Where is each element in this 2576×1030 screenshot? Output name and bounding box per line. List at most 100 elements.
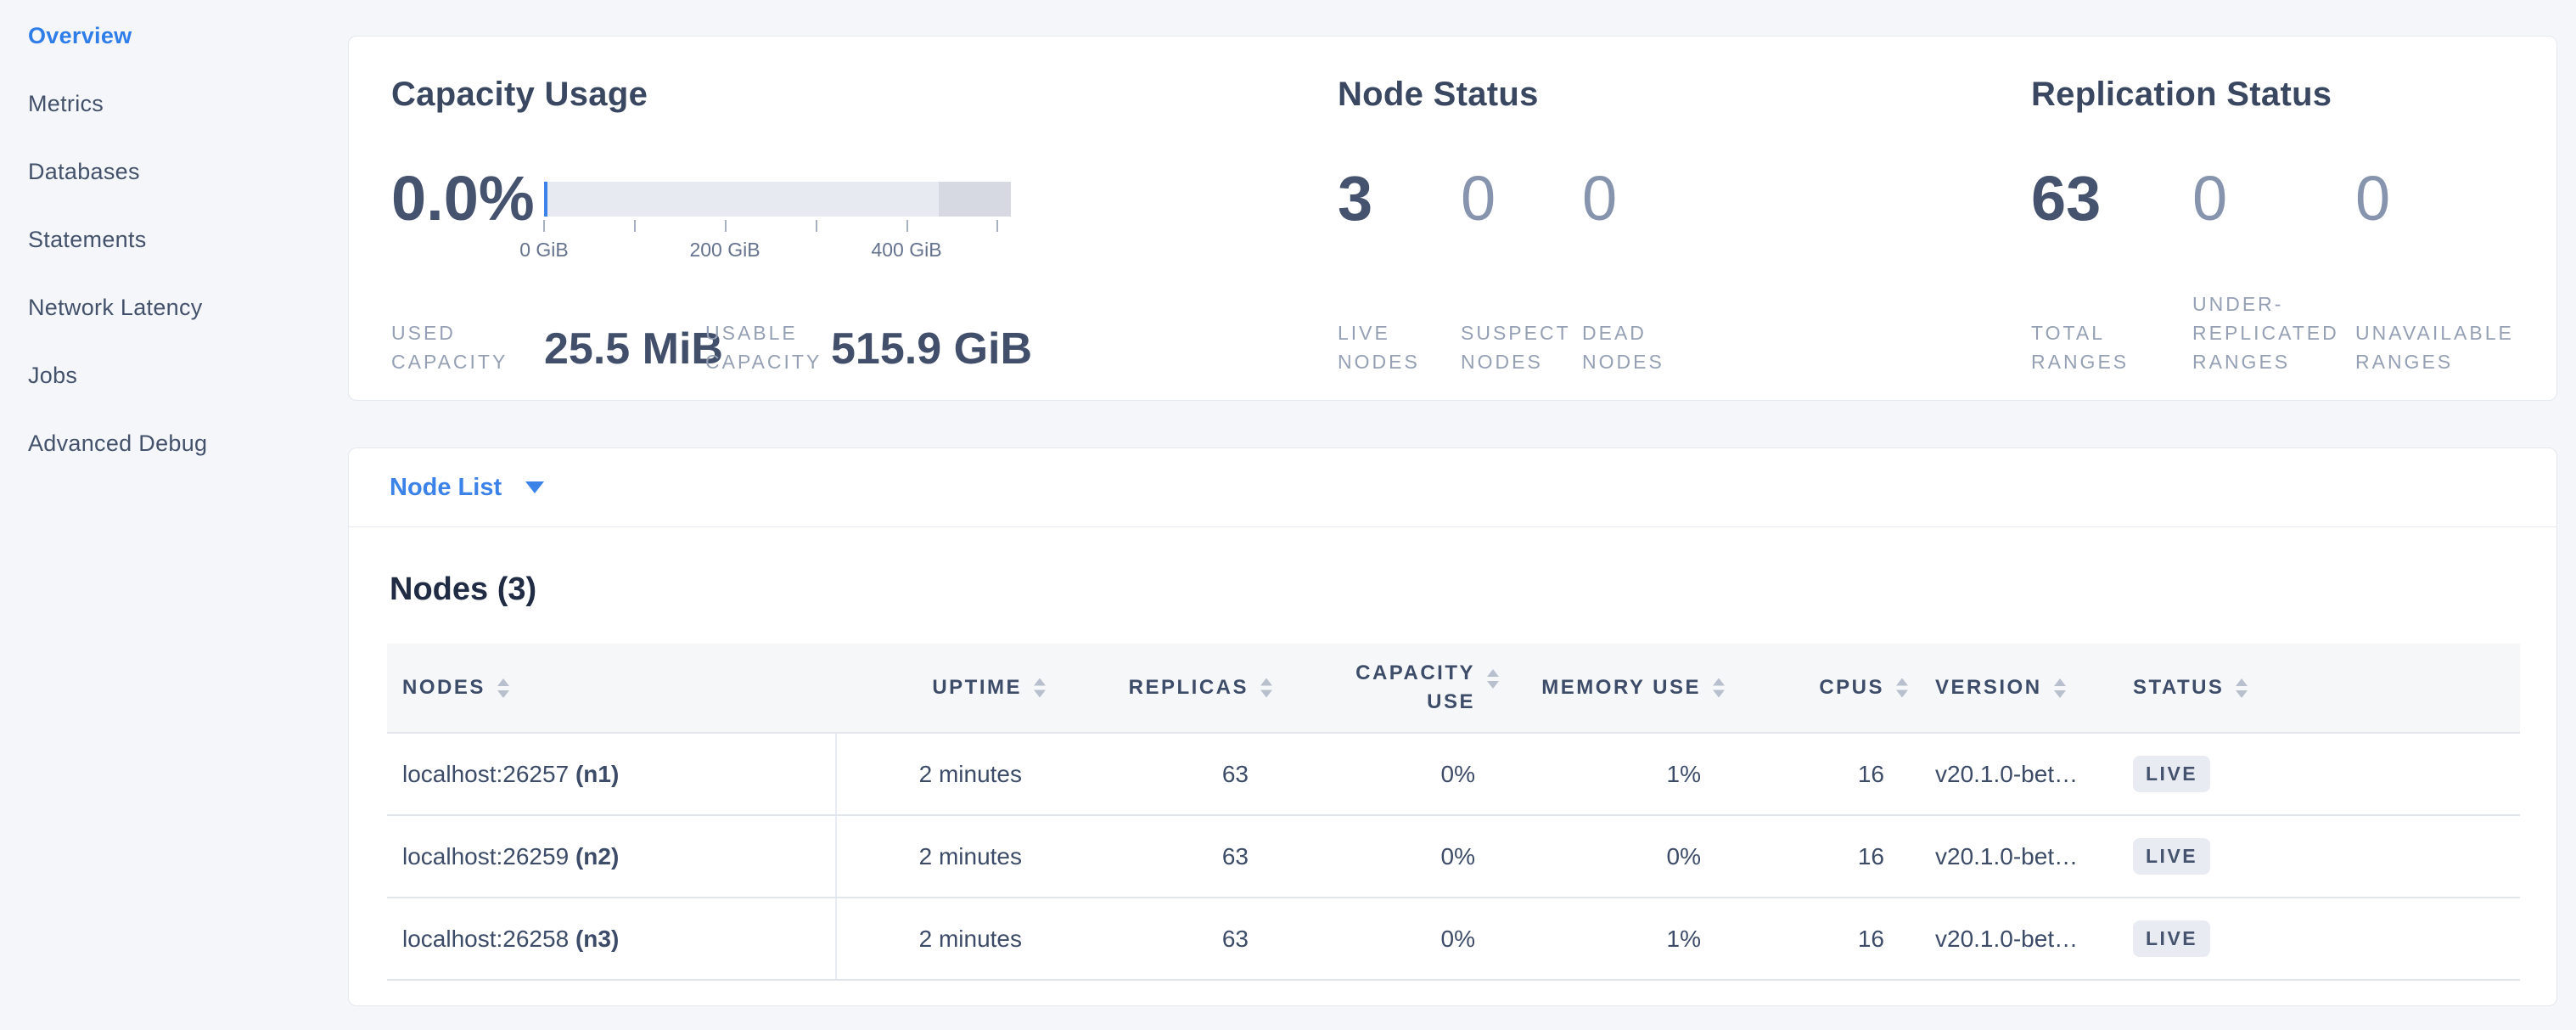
column-header-nodes[interactable]: NODES bbox=[387, 644, 836, 733]
axis-tick bbox=[996, 220, 998, 232]
axis-label-0: 0 GiB bbox=[519, 239, 569, 262]
capacity-bar-used-segment bbox=[544, 182, 547, 217]
sidebar-item-statements[interactable]: Statements bbox=[0, 205, 346, 273]
column-label: CAPACITY USE bbox=[1339, 659, 1475, 717]
node-list-dropdown-label: Node List bbox=[390, 474, 502, 502]
column-label: REPLICAS bbox=[1129, 676, 1249, 699]
status-badge: LIVE bbox=[2133, 838, 2210, 875]
capacity-usage-title: Capacity Usage bbox=[391, 76, 648, 114]
node-address: localhost:26259 bbox=[402, 843, 569, 870]
unavailable-ranges-label: UNAVAILABLE RANGES bbox=[2355, 318, 2576, 376]
uptime-cell: 2 minutes bbox=[836, 898, 1047, 980]
replicas-cell: 63 bbox=[1047, 815, 1274, 898]
status-badge: LIVE bbox=[2133, 920, 2210, 957]
suspect-nodes-count: 0 bbox=[1461, 162, 1496, 234]
capacity-usage-bar bbox=[544, 182, 1011, 217]
status-badge: LIVE bbox=[2133, 756, 2210, 792]
column-header-capacity-use[interactable]: CAPACITY USE bbox=[1274, 644, 1501, 733]
unavailable-ranges-count: 0 bbox=[2355, 162, 2390, 234]
table-row-n2[interactable]: localhost:26259 (n2) 2 minutes 63 0% 0% … bbox=[387, 815, 2520, 898]
column-label: CPUS bbox=[1819, 676, 1884, 699]
sort-icon bbox=[1713, 678, 1725, 698]
status-cell: LIVE bbox=[2123, 898, 2520, 980]
column-header-memory-use[interactable]: MEMORY USE bbox=[1501, 644, 1726, 733]
sidebar-item-metrics[interactable]: Metrics bbox=[0, 70, 346, 138]
cpus-cell: 16 bbox=[1726, 898, 1910, 980]
axis-tick bbox=[906, 220, 908, 232]
under-replicated-ranges-count: 0 bbox=[2192, 162, 2227, 234]
capacity-used-percent: 0.0% bbox=[391, 162, 535, 234]
node-id: (n3) bbox=[575, 926, 619, 952]
column-header-uptime[interactable]: UPTIME bbox=[836, 644, 1047, 733]
live-nodes-count: 3 bbox=[1338, 162, 1372, 234]
status-cell: LIVE bbox=[2123, 733, 2520, 815]
table-row-n1[interactable]: localhost:26257 (n1) 2 minutes 63 0% 1% … bbox=[387, 733, 2520, 815]
sort-icon bbox=[497, 678, 509, 698]
nodes-table: NODES UPTIME REPLICAS CAPACITY USE MEMOR… bbox=[387, 644, 2520, 981]
sort-icon bbox=[2054, 678, 2066, 698]
version-cell: v20.1.0-bet… bbox=[1910, 898, 2123, 980]
sort-icon bbox=[1896, 678, 1908, 698]
under-replicated-ranges-label: UNDER-REPLICATED RANGES bbox=[2192, 290, 2375, 376]
node-address: localhost:26257 bbox=[402, 761, 569, 787]
sidebar: Overview Metrics Databases Statements Ne… bbox=[0, 0, 346, 1030]
sidebar-item-advanced-debug[interactable]: Advanced Debug bbox=[0, 409, 346, 477]
node-id: (n2) bbox=[575, 843, 619, 870]
table-row-n3[interactable]: localhost:26258 (n3) 2 minutes 63 0% 1% … bbox=[387, 898, 2520, 980]
axis-tick bbox=[634, 220, 636, 232]
status-cell: LIVE bbox=[2123, 815, 2520, 898]
used-capacity-label: USED CAPACITY bbox=[391, 318, 531, 376]
memory-use-cell: 0% bbox=[1501, 815, 1726, 898]
sort-icon bbox=[1034, 678, 1046, 698]
node-address-cell[interactable]: localhost:26257 (n1) bbox=[387, 733, 836, 815]
node-list-card: Node List Nodes (3) NODES UPTIME REPLICA… bbox=[348, 447, 2557, 1006]
column-label: UPTIME bbox=[932, 676, 1022, 699]
sidebar-item-overview[interactable]: Overview bbox=[0, 2, 346, 70]
sidebar-item-jobs[interactable]: Jobs bbox=[0, 341, 346, 409]
node-list-dropdown[interactable]: Node List bbox=[390, 474, 544, 502]
replication-status-title: Replication Status bbox=[2031, 76, 2332, 114]
column-label: MEMORY USE bbox=[1541, 676, 1701, 699]
axis-label-400: 400 GiB bbox=[871, 239, 941, 262]
node-address-cell[interactable]: localhost:26259 (n2) bbox=[387, 815, 836, 898]
live-nodes-label: LIVE NODES bbox=[1338, 318, 1440, 376]
axis-label-200: 200 GiB bbox=[689, 239, 760, 262]
capacity-use-cell: 0% bbox=[1274, 733, 1501, 815]
memory-use-cell: 1% bbox=[1501, 898, 1726, 980]
cluster-summary-card: Capacity Usage 0.0% 0 GiB 200 GiB 400 Gi… bbox=[348, 36, 2557, 401]
version-cell: v20.1.0-bet… bbox=[1910, 733, 2123, 815]
version-cell: v20.1.0-bet… bbox=[1910, 815, 2123, 898]
total-ranges-count: 63 bbox=[2031, 162, 2101, 234]
column-header-version[interactable]: VERSION bbox=[1910, 644, 2123, 733]
node-status-title: Node Status bbox=[1338, 76, 1539, 114]
node-list-panel-header: Node List bbox=[349, 448, 2556, 527]
sort-icon bbox=[1487, 669, 1499, 689]
sort-icon bbox=[1260, 678, 1272, 698]
nodes-heading: Nodes (3) bbox=[390, 571, 2556, 608]
capacity-bar-secondary-segment bbox=[939, 182, 1011, 217]
replicas-cell: 63 bbox=[1047, 733, 1274, 815]
suspect-nodes-label: SUSPECT NODES bbox=[1461, 318, 1575, 376]
total-ranges-label: TOTAL RANGES bbox=[2031, 318, 2150, 376]
axis-tick bbox=[725, 220, 727, 232]
column-header-status[interactable]: STATUS bbox=[2123, 644, 2520, 733]
usable-capacity-value: 515.9 GiB bbox=[831, 324, 1032, 374]
node-id: (n1) bbox=[575, 761, 619, 787]
uptime-cell: 2 minutes bbox=[836, 815, 1047, 898]
axis-tick bbox=[543, 220, 545, 232]
capacity-use-cell: 0% bbox=[1274, 815, 1501, 898]
node-address-cell[interactable]: localhost:26258 (n3) bbox=[387, 898, 836, 980]
sidebar-item-databases[interactable]: Databases bbox=[0, 138, 346, 205]
table-header-row: NODES UPTIME REPLICAS CAPACITY USE MEMOR… bbox=[387, 644, 2520, 733]
column-header-replicas[interactable]: REPLICAS bbox=[1047, 644, 1274, 733]
sidebar-item-network-latency[interactable]: Network Latency bbox=[0, 273, 346, 341]
column-label: NODES bbox=[402, 676, 485, 700]
capacity-use-cell: 0% bbox=[1274, 898, 1501, 980]
dead-nodes-label: DEAD NODES bbox=[1582, 318, 1701, 376]
chevron-down-icon bbox=[525, 481, 544, 493]
replicas-cell: 63 bbox=[1047, 898, 1274, 980]
column-label: VERSION bbox=[1935, 676, 2042, 700]
column-header-cpus[interactable]: CPUS bbox=[1726, 644, 1910, 733]
axis-tick bbox=[816, 220, 817, 232]
cpus-cell: 16 bbox=[1726, 733, 1910, 815]
